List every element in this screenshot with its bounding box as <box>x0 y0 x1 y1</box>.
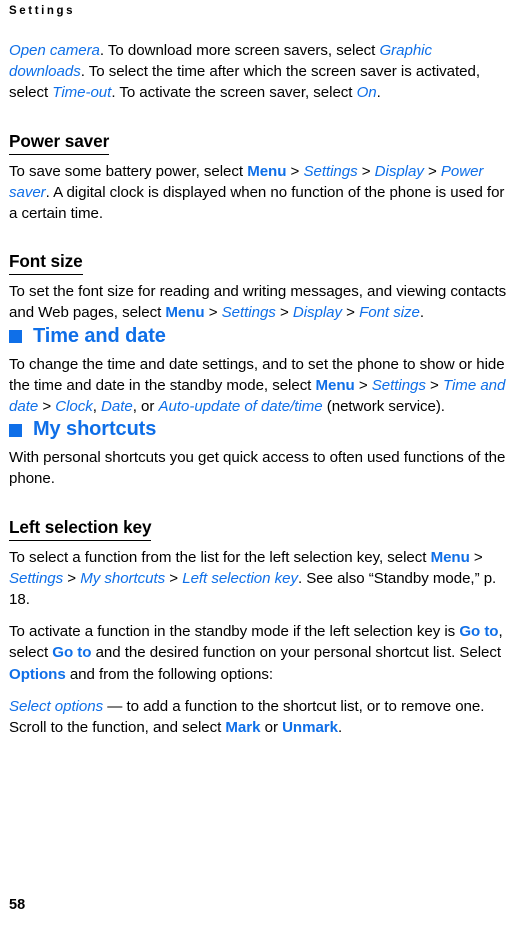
text-run: and the desired function on your persona… <box>91 644 502 662</box>
term-display: Display <box>374 162 424 180</box>
term-go-to: Go to <box>459 623 499 641</box>
term-go-to: Go to <box>52 644 92 662</box>
section-font-size-heading-wrap: Font size <box>9 251 509 276</box>
separator: > <box>204 304 222 322</box>
section-power-saver-heading-wrap: Power saver <box>9 131 509 155</box>
paragraph-time-and-date: To change the time and date settings, an… <box>9 354 509 418</box>
paragraph-left-selection-key-2: To activate a function in the standby mo… <box>9 621 509 685</box>
separator: > <box>342 304 360 322</box>
manual-page: Settings Open camera. To download more s… <box>0 0 517 925</box>
text-run: . <box>376 84 381 102</box>
separator: > <box>469 548 483 566</box>
term-settings: Settings <box>221 304 276 322</box>
term-my-shortcuts: My shortcuts <box>80 569 166 587</box>
term-on: On <box>356 84 377 102</box>
text-run: (network service). <box>322 398 445 416</box>
text-run: , <box>92 398 102 416</box>
term-options: Options <box>9 665 66 683</box>
separator: > <box>63 569 81 587</box>
term-left-selection-key: Left selection key <box>182 569 298 587</box>
term-select-options: Select options <box>9 697 104 715</box>
separator: > <box>38 398 56 416</box>
separator: > <box>275 304 293 322</box>
text-run: . To activate the screen saver, select <box>111 84 357 102</box>
separator: > <box>354 376 372 394</box>
paragraph-left-selection-key-1: To select a function from the list for t… <box>9 547 509 611</box>
text-run: . To download more screen savers, select <box>99 42 380 59</box>
paragraph-font-size: To set the font size for reading and wri… <box>9 281 509 323</box>
term-auto-update-of-date-time: Auto-update of date/time <box>158 398 323 416</box>
separator: > <box>423 162 441 180</box>
section-heading-label: Time and date <box>33 324 166 347</box>
term-settings: Settings <box>9 569 64 587</box>
blue-square-icon <box>9 423 22 437</box>
text-run: , or <box>132 398 159 416</box>
paragraph-select-options: Select options — to add a function to th… <box>9 696 509 738</box>
page-number: 58 <box>9 897 26 913</box>
section-heading-my-shortcuts: My shortcuts <box>9 417 509 441</box>
separator: > <box>357 162 375 180</box>
paragraph-screensaver: Open camera. To download more screen sav… <box>9 40 509 104</box>
term-mark: Mark <box>225 719 261 737</box>
text-run: To save some battery power, select <box>9 162 248 180</box>
text-run: or <box>260 719 283 737</box>
paragraph-my-shortcuts-intro: With personal shortcuts you get quick ac… <box>9 449 506 488</box>
term-settings: Settings <box>303 162 358 180</box>
text-run: To activate a function in the standby mo… <box>9 623 460 641</box>
term-font-size: Font size <box>359 304 420 322</box>
term-menu: Menu <box>315 376 355 394</box>
term-display: Display <box>292 304 342 322</box>
running-head: Settings <box>9 5 76 17</box>
text-run: To select a function from the list for t… <box>9 548 431 566</box>
separator: > <box>286 162 304 180</box>
heading-font-size: Font size <box>9 251 83 276</box>
blue-square-icon <box>9 330 22 344</box>
text-run: and from the following options: <box>65 665 273 683</box>
text-run: . A digital clock is displayed when no f… <box>9 183 505 223</box>
section-heading-time-and-date: Time and date <box>9 324 509 348</box>
term-menu: Menu <box>430 548 470 566</box>
term-menu: Menu <box>247 162 287 180</box>
page-content: Open camera. To download more screen sav… <box>9 40 509 738</box>
separator: > <box>425 376 443 394</box>
section-heading-label: My shortcuts <box>33 418 157 441</box>
heading-left-selection-key: Left selection key <box>9 517 152 541</box>
paragraph-power-saver: To save some battery power, select Menu … <box>9 161 509 225</box>
section-left-selection-key-heading-wrap: Left selection key <box>9 517 509 541</box>
term-time-out: Time-out <box>52 84 112 102</box>
text-run: . <box>337 719 343 737</box>
term-menu: Menu <box>165 304 205 322</box>
term-clock: Clock <box>55 398 93 416</box>
term-open-camera: Open camera <box>9 42 100 59</box>
text-run: . <box>419 304 425 322</box>
heading-power-saver: Power saver <box>9 131 109 155</box>
term-settings: Settings <box>371 376 426 394</box>
separator: > <box>165 569 183 587</box>
term-date: Date <box>101 398 133 416</box>
term-unmark: Unmark <box>282 719 338 737</box>
